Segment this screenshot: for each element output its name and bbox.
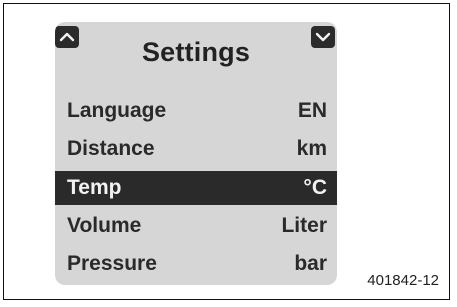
setting-label: Distance — [67, 137, 155, 160]
setting-label: Language — [67, 99, 167, 122]
setting-label: Temp — [67, 176, 122, 199]
setting-value: km — [296, 137, 327, 160]
setting-value: °C — [303, 176, 327, 199]
settings-screen: Settings Language EN Distance km Temp °C… — [55, 22, 337, 285]
setting-label: Volume — [67, 214, 142, 237]
setting-row-language[interactable]: Language EN — [55, 94, 337, 128]
setting-value: EN — [297, 99, 327, 122]
setting-label: Pressure — [67, 252, 157, 275]
figure-frame: Settings Language EN Distance km Temp °C… — [3, 3, 450, 300]
figure-code: 401842-12 — [367, 272, 439, 289]
setting-row-pressure[interactable]: Pressure bar — [55, 247, 337, 281]
setting-row-distance[interactable]: Distance km — [55, 132, 337, 166]
setting-row-volume[interactable]: Volume Liter — [55, 209, 337, 243]
setting-value: Liter — [281, 214, 327, 237]
page-title: Settings — [141, 37, 251, 67]
setting-row-temp[interactable]: Temp °C — [55, 171, 337, 205]
setting-value: bar — [294, 252, 327, 275]
